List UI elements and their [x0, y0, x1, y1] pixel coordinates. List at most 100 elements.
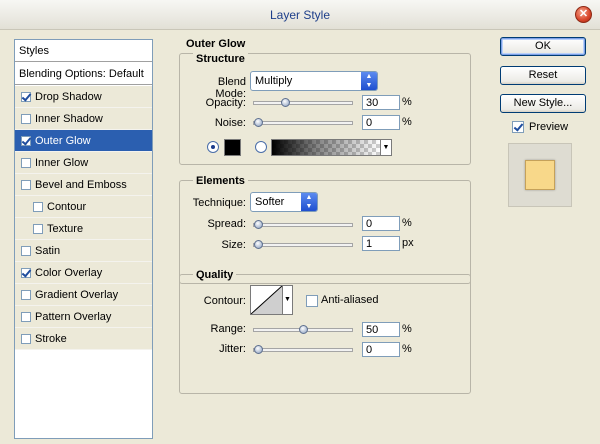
style-item-label: Color Overlay — [35, 267, 103, 279]
style-item-outer-glow[interactable]: Outer Glow — [15, 130, 152, 152]
style-preview — [508, 143, 572, 207]
reset-button[interactable]: Reset — [500, 66, 586, 85]
ok-button[interactable]: OK — [500, 37, 586, 56]
style-item-label: Satin — [35, 245, 61, 257]
style-checkbox[interactable] — [21, 180, 31, 190]
new-style-button[interactable]: New Style... — [500, 94, 586, 113]
style-checkbox[interactable] — [21, 334, 31, 344]
spread-label: Spread: — [207, 218, 246, 230]
spread-input[interactable]: 0 — [362, 216, 400, 231]
style-checkbox[interactable] — [21, 114, 31, 124]
style-checkbox[interactable] — [21, 136, 31, 146]
style-item-inner-glow[interactable]: Inner Glow — [15, 152, 152, 174]
spread-slider[interactable] — [253, 220, 353, 229]
opacity-slider-thumb[interactable] — [280, 98, 290, 107]
blend-mode-select[interactable]: Multiply ▲ ▼ — [250, 71, 378, 91]
range-label: Range: — [210, 323, 246, 335]
size-unit: px — [402, 237, 414, 249]
opacity-input[interactable]: 30 — [362, 95, 400, 110]
blend-mode-value: Multiply — [255, 75, 293, 87]
style-item-inner-shadow[interactable]: Inner Shadow — [15, 108, 152, 130]
noise-slider[interactable] — [253, 118, 353, 127]
size-label: Size: — [221, 239, 246, 251]
technique-label: Technique: — [192, 197, 246, 209]
solid-color-radio[interactable] — [207, 141, 219, 153]
style-item-bevel-and-emboss[interactable]: Bevel and Emboss — [15, 174, 152, 196]
style-checkbox[interactable] — [33, 224, 43, 234]
styles-header[interactable]: Styles — [15, 40, 152, 62]
quality-label: Quality — [193, 269, 237, 281]
technique-value: Softer — [255, 196, 285, 208]
style-item-contour[interactable]: Contour — [15, 196, 152, 218]
style-checkbox[interactable] — [21, 158, 31, 168]
style-item-color-overlay[interactable]: Color Overlay — [15, 262, 152, 284]
style-item-label: Outer Glow — [35, 135, 91, 147]
style-item-gradient-overlay[interactable]: Gradient Overlay — [15, 284, 152, 306]
noise-label: Noise: — [214, 117, 246, 129]
style-checkbox[interactable] — [21, 92, 31, 102]
spread-slider-thumb[interactable] — [254, 220, 263, 229]
jitter-slider-thumb[interactable] — [254, 345, 263, 354]
opacity-label: Opacity: — [205, 97, 246, 109]
spread-unit: % — [402, 217, 412, 229]
window-title: Layer Style — [269, 8, 331, 22]
section-title: Outer Glow — [186, 38, 246, 50]
title-bar: Layer Style ✕ — [0, 0, 600, 30]
preview-label: Preview — [529, 121, 569, 133]
style-item-label: Contour — [47, 201, 87, 213]
style-item-texture[interactable]: Texture — [15, 218, 152, 240]
style-checkbox[interactable] — [21, 246, 31, 256]
contour-label: Contour: — [203, 295, 246, 307]
opacity-slider[interactable] — [253, 98, 353, 107]
style-checkbox[interactable] — [21, 268, 31, 278]
dialog-body: Styles Blending Options: Default Drop Sh… — [0, 31, 600, 444]
style-item-stroke[interactable]: Stroke — [15, 328, 152, 350]
style-item-drop-shadow[interactable]: Drop Shadow — [15, 86, 152, 108]
contour-preview[interactable] — [250, 285, 283, 315]
opacity-unit: % — [402, 96, 412, 108]
glow-color-swatch[interactable] — [224, 139, 241, 156]
jitter-unit: % — [402, 343, 412, 355]
style-item-label: Stroke — [35, 333, 67, 345]
jitter-label: Jitter: — [219, 343, 246, 355]
range-unit: % — [402, 323, 412, 335]
elements-label: Elements — [193, 175, 248, 187]
chevron-down-icon[interactable]: ▼ — [283, 285, 293, 315]
anti-aliased-label: Anti-aliased — [321, 294, 379, 306]
chevron-down-icon[interactable]: ▼ — [380, 139, 392, 156]
style-item-label: Inner Glow — [35, 157, 89, 169]
size-slider[interactable] — [253, 240, 353, 249]
style-checkbox[interactable] — [21, 312, 31, 322]
jitter-slider[interactable] — [253, 345, 353, 354]
preview-checkbox[interactable] — [512, 121, 524, 133]
range-slider-thumb[interactable] — [298, 325, 308, 334]
jitter-input[interactable]: 0 — [362, 342, 400, 357]
glow-gradient-preview[interactable] — [271, 139, 381, 156]
close-icon[interactable]: ✕ — [575, 6, 592, 23]
contour-curve-icon — [250, 285, 283, 315]
style-item-label: Pattern Overlay — [35, 311, 112, 323]
range-slider[interactable] — [253, 325, 353, 334]
blending-options-item[interactable]: Blending Options: Default — [15, 63, 152, 85]
size-input[interactable]: 1 — [362, 236, 400, 251]
chevron-updown-icon: ▲ ▼ — [301, 193, 317, 211]
style-checkbox[interactable] — [33, 202, 43, 212]
noise-unit: % — [402, 116, 412, 128]
style-item-label: Texture — [47, 223, 84, 235]
style-item-label: Bevel and Emboss — [35, 179, 127, 191]
style-item-label: Inner Shadow — [35, 113, 103, 125]
styles-list: Styles Blending Options: Default Drop Sh… — [14, 39, 153, 439]
chevron-updown-icon: ▲ ▼ — [361, 72, 377, 90]
noise-slider-thumb[interactable] — [254, 118, 263, 127]
style-item-pattern-overlay[interactable]: Pattern Overlay — [15, 306, 152, 328]
technique-select[interactable]: Softer ▲ ▼ — [250, 192, 318, 212]
anti-aliased-checkbox[interactable] — [306, 295, 318, 307]
style-item-label: Gradient Overlay — [35, 289, 119, 301]
noise-input[interactable]: 0 — [362, 115, 400, 130]
gradient-radio[interactable] — [255, 141, 267, 153]
range-input[interactable]: 50 — [362, 322, 400, 337]
style-checkbox[interactable] — [21, 290, 31, 300]
structure-label: Structure — [193, 53, 248, 65]
style-item-label: Drop Shadow — [35, 91, 102, 103]
style-item-satin[interactable]: Satin — [15, 240, 152, 262]
